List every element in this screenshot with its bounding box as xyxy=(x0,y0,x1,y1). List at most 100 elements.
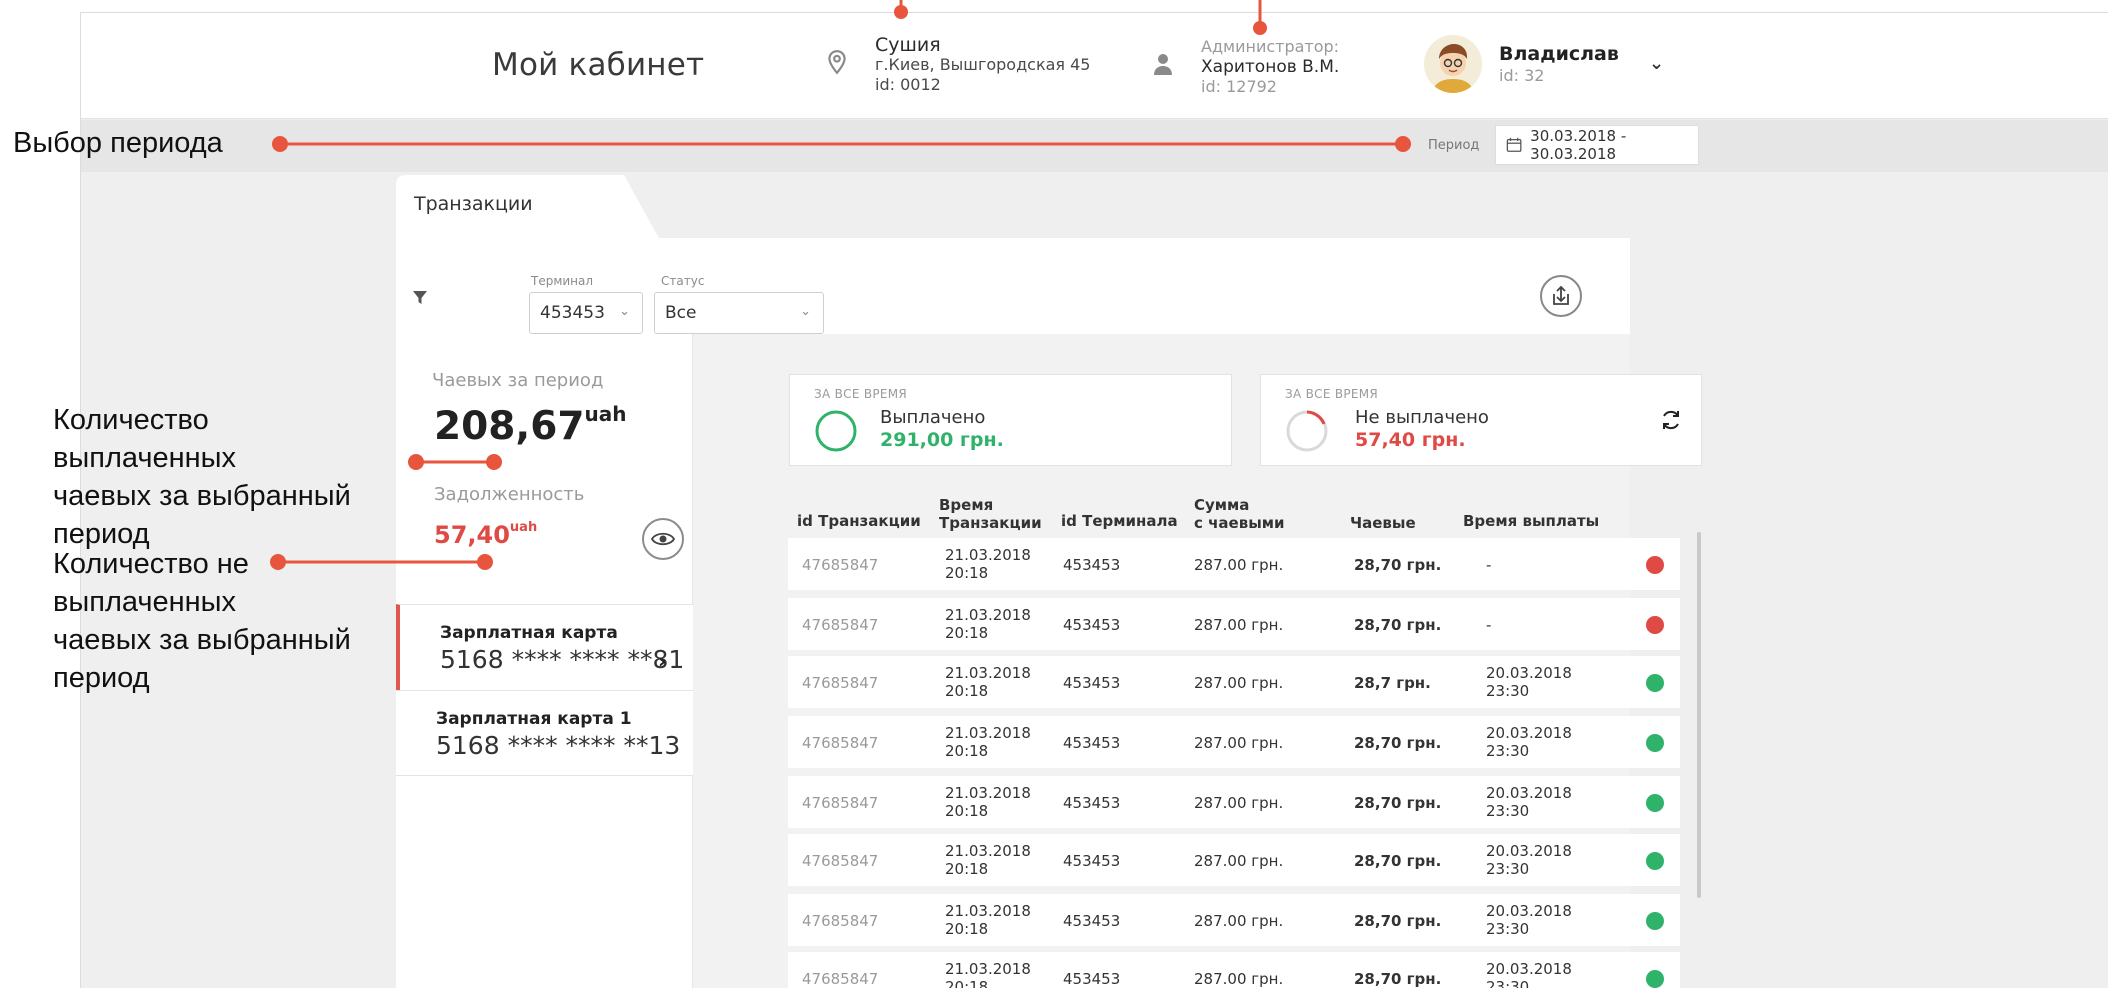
filter-icon[interactable] xyxy=(412,290,428,306)
column-header-sum[interactable]: Сумма с чаевыми xyxy=(1194,496,1285,532)
cell-paid-date: 20.03.2018 xyxy=(1486,960,1572,978)
table-row[interactable]: 47685847 21.03.2018 20:18 453453 287.00 грн.… xyxy=(788,952,1680,988)
sync-icon[interactable] xyxy=(1658,407,1684,433)
status-select[interactable]: Все ⌄ xyxy=(654,292,824,334)
tips-amount-value: 208,67 xyxy=(434,404,585,449)
status-dot xyxy=(1646,912,1664,930)
salary-card-item[interactable]: Зарплатная карта 5168 **** **** **81 › xyxy=(396,604,693,690)
table-row[interactable]: 47685847 21.03.2018 20:18 453453 287.00 грн.… xyxy=(788,834,1680,886)
location-info[interactable]: Сушия г.Киев, Вышгородская 45 id: 0012 xyxy=(875,35,1090,95)
debt-amount-unit: uah xyxy=(509,520,538,535)
annotation-line-text: Количество xyxy=(53,404,209,436)
annotation-line-text: чаевых за выбранный xyxy=(53,624,351,656)
calendar-icon xyxy=(1506,137,1522,152)
column-header-txn-id[interactable]: id Транзакции xyxy=(797,512,921,530)
avatar[interactable] xyxy=(1424,35,1482,93)
salary-card-item[interactable]: Зарплатная карта 1 5168 **** **** **13 xyxy=(396,690,693,776)
cell-paid-date: 20.03.2018 xyxy=(1486,902,1572,920)
cell-paid-time: 20.03.2018 23:30 xyxy=(1486,784,1572,820)
cell-tips: 28,70 грн. xyxy=(1354,912,1442,930)
period-picker[interactable]: 30.03.2018 - 30.03.2018 xyxy=(1495,125,1699,165)
unpaid-stat-caption: ЗА ВСЕ ВРЕМЯ xyxy=(1285,387,1379,401)
export-button[interactable] xyxy=(1540,275,1582,317)
column-header-txn-time[interactable]: Время Транзакции xyxy=(939,496,1042,532)
cell-terminal-id: 453453 xyxy=(1063,970,1121,988)
annotation-line-text: выплаченных xyxy=(53,442,236,474)
tips-amount: 208,67uah xyxy=(434,402,626,449)
status-dot xyxy=(1646,674,1664,692)
cell-sum: 287.00 грн. xyxy=(1194,556,1284,574)
table-row[interactable]: 47685847 21.03.2018 20:18 453453 287.00 грн.… xyxy=(788,538,1680,590)
table-row[interactable]: 47685847 21.03.2018 20:18 453453 287.00 грн.… xyxy=(788,776,1680,828)
table-scrollbar[interactable] xyxy=(1697,532,1701,898)
cell-txn-time: 21.03.2018 20:18 xyxy=(945,724,1031,760)
table-row[interactable]: 47685847 21.03.2018 20:18 453453 287.00 грн.… xyxy=(788,656,1680,708)
table-row[interactable]: 47685847 21.03.2018 20:18 453453 287.00 грн.… xyxy=(788,894,1680,946)
cell-date: 21.03.2018 xyxy=(945,664,1031,682)
paid-stat-caption: ЗА ВСЕ ВРЕМЯ xyxy=(814,387,908,401)
cell-time: 20:18 xyxy=(945,860,989,878)
tab-transactions[interactable]: Транзакции xyxy=(414,193,533,215)
terminal-label: Терминал xyxy=(531,274,594,288)
annotation-line-text: чаевых за выбранный xyxy=(53,480,351,512)
cell-paid-time: 20.03.2018 23:30 xyxy=(1486,902,1572,938)
status-value: Все xyxy=(665,303,697,323)
summary-panel: Чаевых за период 208,67uah Задолженность… xyxy=(396,334,738,988)
cell-date: 21.03.2018 xyxy=(945,546,1031,564)
column-header-tips[interactable]: Чаевые xyxy=(1350,514,1416,532)
cell-sum: 287.00 грн. xyxy=(1194,674,1284,692)
cell-time: 20:18 xyxy=(945,978,989,988)
cell-sum: 287.00 грн. xyxy=(1194,794,1284,812)
cell-terminal-id: 453453 xyxy=(1063,616,1121,634)
view-details-button[interactable] xyxy=(642,518,684,560)
admin-name: Харитонов В.М. xyxy=(1201,57,1340,77)
cell-tips: 28,70 грн. xyxy=(1354,794,1442,812)
chevron-down-icon[interactable]: ⌄ xyxy=(1649,53,1664,74)
debt-label: Задолженность xyxy=(434,484,585,505)
cell-tips: 28,7 грн. xyxy=(1354,674,1431,692)
cell-paid-hour: 23:30 xyxy=(1486,802,1530,820)
cell-tips: 28,70 грн. xyxy=(1354,734,1442,752)
admin-id: id: 12792 xyxy=(1201,77,1277,96)
cell-terminal-id: 453453 xyxy=(1063,794,1121,812)
table-row[interactable]: 47685847 21.03.2018 20:18 453453 287.00 грн.… xyxy=(788,716,1680,768)
column-header-line: Транзакции xyxy=(939,514,1042,532)
column-header-paid-time[interactable]: Время выплаты xyxy=(1463,512,1599,530)
cell-sum: 287.00 грн. xyxy=(1194,912,1284,930)
cell-paid-date: - xyxy=(1486,556,1492,574)
cell-time: 20:18 xyxy=(945,742,989,760)
status-dot xyxy=(1646,852,1664,870)
terminal-select[interactable]: 453453 ⌄ xyxy=(529,292,643,334)
cell-paid-time: 20.03.2018 23:30 xyxy=(1486,842,1572,878)
cell-paid-time: 20.03.2018 23:30 xyxy=(1486,664,1572,700)
column-header-line: с чаевыми xyxy=(1194,514,1285,532)
annotation-line-text: период xyxy=(53,662,150,694)
cell-txn-time: 21.03.2018 20:18 xyxy=(945,960,1031,988)
user-info[interactable]: Владислав id: 32 xyxy=(1499,43,1619,87)
cell-paid-time: - xyxy=(1486,556,1491,574)
column-header-terminal-id[interactable]: id Терминала xyxy=(1061,512,1178,530)
cell-txn-id: 47685847 xyxy=(802,852,879,870)
annotation-line-text: Количество не xyxy=(53,548,249,580)
cell-paid-date: 20.03.2018 xyxy=(1486,724,1572,742)
page-title: Мой кабинет xyxy=(492,47,705,83)
paid-stat-title: Выплачено xyxy=(880,407,986,428)
cell-terminal-id: 453453 xyxy=(1063,852,1121,870)
cell-txn-id: 47685847 xyxy=(802,674,879,692)
status-dot xyxy=(1646,970,1664,988)
cell-tips: 28,70 грн. xyxy=(1354,616,1442,634)
period-bar: Период 30.03.2018 - 30.03.2018 xyxy=(81,120,2108,172)
cell-paid-date: 20.03.2018 xyxy=(1486,664,1572,682)
cell-txn-time: 21.03.2018 20:18 xyxy=(945,784,1031,820)
filter-row: Терминал 453453 ⌄ Статус Все ⌄ xyxy=(396,238,1630,334)
cell-sum: 287.00 грн. xyxy=(1194,970,1284,988)
progress-ring-icon xyxy=(815,410,857,452)
cell-tips: 28,70 грн. xyxy=(1354,852,1442,870)
cell-paid-date: 20.03.2018 xyxy=(1486,784,1572,802)
table-row[interactable]: 47685847 21.03.2018 20:18 453453 287.00 грн.… xyxy=(788,598,1680,650)
annotation-line-text: выплаченных xyxy=(53,586,236,618)
cell-txn-time: 21.03.2018 20:18 xyxy=(945,902,1031,938)
unpaid-stat-value: 57,40 грн. xyxy=(1355,429,1466,451)
unpaid-stat-title: Не выплачено xyxy=(1355,407,1489,428)
paid-stat-value: 291,00 грн. xyxy=(880,429,1004,451)
